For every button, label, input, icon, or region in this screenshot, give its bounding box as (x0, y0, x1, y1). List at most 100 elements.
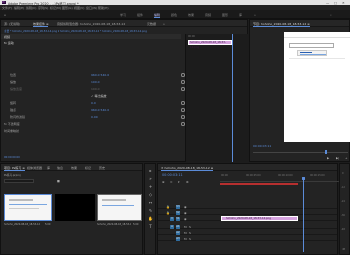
track-label[interactable]: A2 (176, 230, 180, 235)
eye-icon[interactable]: ◉ (184, 217, 187, 221)
maximize-button[interactable]: □ (334, 1, 337, 5)
tab-effect-controls[interactable]: 效果控件 ≡ (33, 22, 49, 27)
anti-flicker-row[interactable]: 防闪烁滤镜 0.00 (1, 114, 247, 119)
project-item-sequence-thumb[interactable] (4, 194, 52, 221)
reset-opacity-icon[interactable] (181, 122, 185, 126)
track-a3[interactable]: A3 M S (158, 236, 337, 241)
timeline-timecode[interactable]: 00:00:03:11 (162, 173, 183, 177)
workspace-audio[interactable]: 音频 (205, 13, 211, 17)
folder-icon[interactable]: ■ (57, 179, 60, 183)
timeline-playhead[interactable] (303, 180, 304, 252)
uniform-scale-row[interactable]: ✓ 等比缩放 (1, 93, 247, 98)
mute-icon[interactable]: M (184, 237, 187, 241)
workspace-effects[interactable]: 效果 (188, 13, 194, 17)
tab-project[interactable]: 项目: Ps练习 ≡ (4, 166, 25, 171)
hand-tool-icon[interactable]: ✋ (148, 216, 153, 221)
program-video-frame[interactable] (284, 32, 350, 142)
track-a2[interactable]: A2 M S (158, 230, 337, 235)
timeline-clip[interactable]: hohoho_2020-08-18_18-53-14.png (221, 216, 298, 221)
razor-tool-icon[interactable]: ◇ (148, 192, 153, 197)
effect-controls-timecode[interactable]: 00:00:00:00 (4, 156, 20, 159)
reset-anchor-icon[interactable] (181, 108, 185, 112)
tab-info[interactable]: 信息 (57, 166, 63, 170)
tab-audio-mixer[interactable]: 音频剪辑混合器: hohoho_2020-08-18_18-53-12 (57, 22, 125, 26)
snap-icon[interactable]: ⊕ (162, 180, 165, 184)
type-tool-icon[interactable]: T (148, 224, 153, 229)
workspace-more[interactable]: » (254, 13, 256, 17)
reset-position-icon[interactable] (181, 73, 185, 77)
track-label[interactable]: V2 (176, 210, 180, 215)
solo-icon[interactable]: S (189, 225, 191, 229)
tab-source[interactable]: 源: (无剪辑) (4, 22, 20, 26)
linked-selection-icon[interactable]: ⊂ (170, 180, 173, 184)
program-scrubber[interactable] (253, 152, 348, 153)
reset-anti-flicker-icon[interactable] (181, 115, 185, 119)
eye-icon[interactable]: ◉ (184, 211, 187, 215)
workspace-assembly[interactable]: 组件 (137, 13, 143, 17)
tab-history[interactable]: 历史 (99, 166, 105, 170)
motion-row[interactable]: fx 运动 (1, 40, 247, 45)
eye-icon[interactable]: ◉ (184, 205, 187, 209)
tab-markers[interactable]: 标记 (85, 166, 91, 170)
track-v2[interactable]: 🔒 V2 ◉ (158, 210, 337, 215)
reset-scale-icon[interactable] (181, 80, 185, 84)
source-patch-a1[interactable]: A (170, 224, 174, 229)
opacity-row[interactable]: fx 不透明度 (1, 121, 247, 126)
settings-icon[interactable]: + (345, 156, 348, 160)
step-forward-button[interactable]: ▶| (336, 156, 339, 160)
tab-program[interactable]: 节目: hohoho_2020-08-18_18-53-12 ≡ (253, 22, 310, 27)
rotation-row[interactable]: 旋转 0.0 (1, 100, 247, 105)
time-remap-row[interactable]: 时间重映射 (1, 128, 247, 133)
position-row[interactable]: 位置 960.0 540.0 (1, 72, 247, 77)
workspace-color[interactable]: 颜色 (171, 13, 177, 17)
play-button[interactable]: ▶ (327, 156, 329, 160)
workspace-graphics[interactable]: 图形 (222, 13, 228, 17)
project-item-duration: 5:00 (45, 223, 51, 226)
tab-effects[interactable]: 效果 (71, 166, 77, 170)
program-playhead[interactable] (325, 150, 327, 154)
scale-row[interactable]: 缩放 100.0 (1, 79, 247, 84)
wrench-icon[interactable]: ⚙ (186, 180, 189, 184)
solo-icon[interactable]: S (189, 237, 191, 241)
pen-tool-icon[interactable]: ✎ (148, 208, 153, 213)
anchor-row[interactable]: 锚点 960.0 540.0 (1, 107, 247, 112)
slip-tool-icon[interactable]: ↔ (148, 200, 153, 205)
solo-icon[interactable]: S (189, 231, 191, 235)
track-lock-icon[interactable]: 🔒 (166, 205, 170, 209)
tab-libraries[interactable]: 库 (47, 166, 50, 170)
track-select-icon[interactable]: » (148, 176, 153, 181)
tab-more[interactable]: » (163, 22, 165, 26)
track-v3[interactable]: 🔒 V3 ◉ (158, 204, 337, 209)
track-lock-icon[interactable]: 🔒 (166, 211, 170, 215)
mute-icon[interactable]: M (184, 225, 187, 229)
track-label[interactable]: A1 (176, 224, 180, 229)
track-label[interactable]: A3 (176, 236, 180, 241)
add-marker-icon[interactable]: ▾ (178, 180, 180, 184)
workspace-libraries[interactable]: 库 (239, 13, 242, 17)
selection-tool-icon[interactable]: ▸ (148, 168, 153, 173)
home-icon[interactable]: ⌂ (4, 13, 6, 17)
program-timecode[interactable]: 00:00:03:11 (253, 144, 271, 148)
track-a1[interactable]: A A1 M S (158, 224, 337, 229)
mute-icon[interactable]: M (184, 231, 187, 235)
close-button[interactable]: ✕ (342, 1, 345, 5)
tab-media-browser[interactable]: 媒体浏览器 (27, 166, 42, 170)
minimize-button[interactable]: — (326, 1, 329, 5)
track-label[interactable]: V3 (176, 204, 180, 209)
tab-timeline[interactable]: ✕ hohoho_2020-08-18_18-53-12 ≡ (161, 166, 214, 171)
source-patch-v1[interactable]: V (170, 216, 174, 221)
project-item-black-thumb[interactable] (55, 194, 95, 221)
reset-rotation-icon[interactable] (181, 101, 185, 105)
timeline-ruler[interactable]: 00:00 00:00:05:00 00:00:10:00 00:00:15:0… (220, 174, 339, 182)
workspace-learn[interactable]: 学习 (120, 13, 126, 17)
scale-width-row[interactable]: 缩放宽度 100.0 (1, 86, 247, 91)
reset-scale-width-icon[interactable] (181, 87, 185, 91)
effect-playhead[interactable] (232, 34, 233, 162)
track-label[interactable]: V1 (176, 216, 180, 221)
project-search-input[interactable] (4, 179, 34, 183)
ripple-edit-icon[interactable]: + (148, 184, 153, 189)
search-icon[interactable]: ⌕ (330, 13, 332, 17)
project-item-png-thumb[interactable] (97, 194, 142, 221)
workspace-editing[interactable]: 编辑 (154, 13, 161, 18)
tab-metadata[interactable]: 元数据 (147, 22, 156, 26)
